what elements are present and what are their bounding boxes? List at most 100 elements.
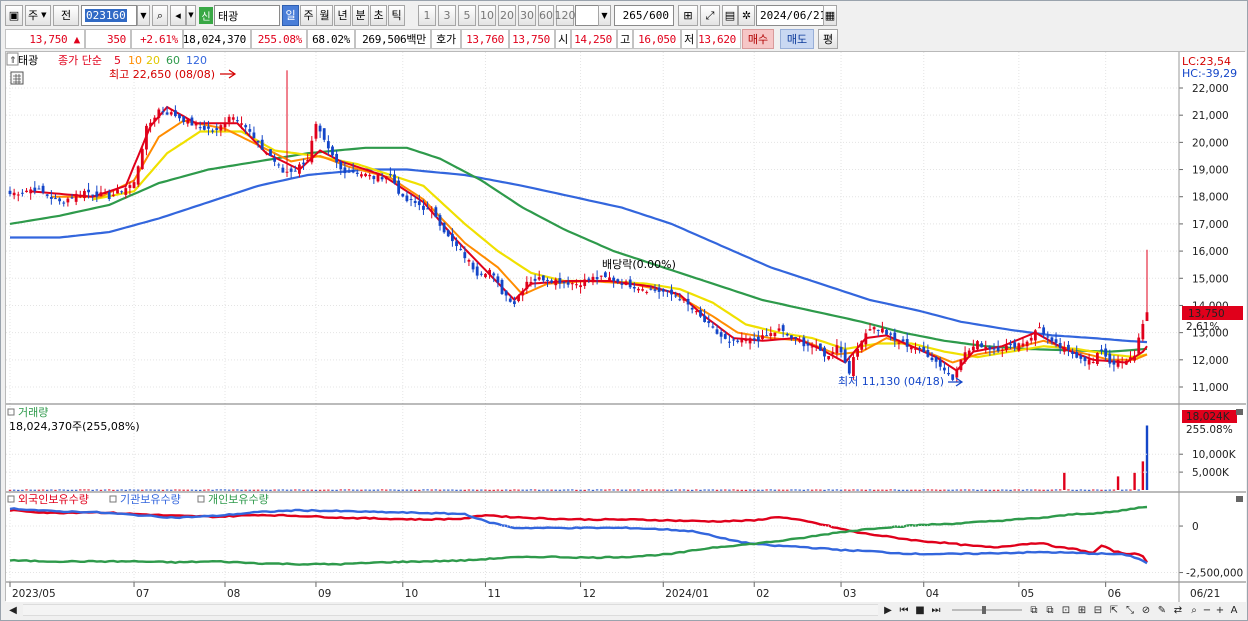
eval-button[interactable]: 평 — [818, 29, 838, 49]
type-button[interactable]: 전 — [53, 5, 79, 26]
price-tick-label: 19,000 — [1192, 165, 1229, 177]
draw-tool-icon[interactable]: ⤢ — [700, 5, 720, 26]
candle-body — [70, 197, 74, 199]
volume-bar — [273, 489, 276, 491]
count-input[interactable]: 265/600 — [614, 5, 674, 26]
volume-bar — [777, 489, 781, 491]
period-tab-3[interactable]: 년 — [334, 5, 351, 26]
stock-code-input[interactable]: 023160 — [81, 5, 137, 26]
volume-ratio: 255.08% — [251, 29, 307, 49]
candle-body — [1062, 346, 1066, 352]
interval-button-5[interactable]: 30 — [518, 5, 536, 26]
candle-body — [1067, 344, 1070, 350]
volume-bar — [633, 489, 636, 491]
sell-button[interactable]: 매도 — [780, 29, 814, 49]
search-icon[interactable]: ⌕ — [1187, 602, 1201, 618]
scroll-right-button[interactable]: ▶ — [881, 602, 895, 618]
date-input[interactable]: 2024/06/21 — [756, 5, 826, 26]
volume-bar — [711, 489, 715, 491]
volume-bar — [988, 489, 992, 491]
candle-body — [1120, 361, 1124, 363]
close-icon[interactable] — [1236, 496, 1243, 502]
volume-bar — [124, 489, 127, 491]
volume-bar — [463, 489, 466, 491]
font-size-icon[interactable]: A — [1227, 602, 1241, 618]
high-annotation: 최고 22,650 (08/08) — [109, 68, 215, 81]
buy-button[interactable]: 매수 — [742, 29, 774, 49]
candle-body — [1116, 360, 1120, 367]
draw-icon[interactable]: ⤡ — [1123, 602, 1137, 618]
code-dropdown-button[interactable]: ▼ — [137, 5, 150, 26]
period-tab-1[interactable]: 주 — [300, 5, 317, 26]
close-icon[interactable] — [1236, 409, 1243, 415]
candle-body — [699, 310, 702, 317]
volume-bar — [327, 489, 330, 491]
period-tab-0[interactable]: 일 — [282, 5, 299, 26]
speaker-icon[interactable]: ◂ — [170, 5, 186, 26]
plus-icon[interactable]: + — [1214, 602, 1226, 618]
volume-bar — [608, 489, 611, 491]
settings-gear-icon[interactable]: ✲ — [738, 5, 755, 26]
fast-forward-icon[interactable]: ⏭ — [929, 602, 943, 618]
interval-button-6[interactable]: 60 — [538, 5, 554, 26]
volume-bar — [662, 489, 665, 491]
save-icon[interactable]: ▤ — [722, 5, 738, 26]
edit-icon[interactable]: ✎ — [1155, 602, 1169, 618]
scroll-left-button[interactable]: ◀ — [5, 602, 21, 618]
date-tick-label: 2024/01 — [665, 588, 709, 600]
candle-body — [603, 272, 607, 277]
chevron-down-icon: ▼ — [140, 11, 147, 20]
interval-button-2[interactable]: 5 — [458, 5, 476, 26]
layout-3-icon[interactable]: ⊡ — [1059, 602, 1073, 618]
volume-bar — [980, 489, 983, 491]
layout-icon[interactable]: ▣ — [5, 5, 23, 26]
share-icon[interactable]: ⇄ — [1171, 602, 1185, 618]
layout-5-icon[interactable]: ⊟ — [1091, 602, 1105, 618]
candle-body — [818, 343, 822, 351]
chart-canvas[interactable]: ⇑ 태광 종가 단순 5 10 20 60 120 최고 22,650 (08/… — [6, 52, 1246, 602]
layout-1-icon[interactable]: ⧉ — [1027, 602, 1041, 618]
candle-body — [1129, 357, 1132, 361]
candle-body — [103, 193, 107, 195]
minus-icon[interactable]: − — [1201, 602, 1213, 618]
interval-button-3[interactable]: 10 — [478, 5, 496, 26]
date-tick-label: 11 — [487, 588, 500, 600]
period-tab-2[interactable]: 월 — [316, 5, 333, 26]
chart-panel[interactable]: ⇑ 태광 종가 단순 5 10 20 60 120 최고 22,650 (08/… — [5, 51, 1246, 602]
candle-body — [1124, 360, 1128, 365]
volume-bar — [517, 489, 520, 491]
interval-button-1[interactable]: 3 — [438, 5, 456, 26]
scroll-track[interactable] — [23, 604, 878, 616]
interval-button-4[interactable]: 20 — [498, 5, 516, 26]
chevron-down-icon[interactable]: ▼ — [186, 5, 196, 26]
candle-body — [1046, 336, 1050, 338]
period-tab-5[interactable]: 초 — [370, 5, 387, 26]
market-select[interactable]: 주 ▼ — [25, 5, 51, 26]
stop-icon[interactable]: ■ — [913, 602, 927, 618]
period-tab-6[interactable]: 틱 — [388, 5, 405, 26]
calendar-icon[interactable]: ▦ — [823, 5, 837, 26]
crosshair-icon[interactable]: ⊞ — [678, 5, 698, 26]
search-icon[interactable]: ⌕ — [152, 5, 168, 26]
volume-bar — [843, 489, 847, 491]
volume-bar — [554, 489, 557, 491]
volume-bar — [955, 489, 959, 491]
candle-body — [566, 282, 570, 285]
volume-bar — [513, 489, 516, 491]
stock-name-field[interactable]: 태광 — [214, 5, 280, 26]
zoom-out-icon[interactable]: ⇱ — [1107, 602, 1121, 618]
layout-2-icon[interactable]: ⧉ — [1043, 602, 1057, 618]
zoom-slider[interactable] — [949, 602, 1025, 618]
period-tab-4[interactable]: 분 — [352, 5, 369, 26]
interval-button-7[interactable]: 120 — [555, 5, 576, 26]
candle-body — [111, 194, 115, 196]
volume-bar — [471, 489, 475, 491]
rewind-icon[interactable]: ⏮ — [897, 602, 911, 618]
interval-button-0[interactable]: 1 — [418, 5, 436, 26]
capture-icon[interactable]: ⊘ — [1139, 602, 1153, 618]
volume-bar — [66, 489, 70, 491]
volume-bar — [914, 489, 917, 491]
candle-body — [645, 291, 649, 293]
interval-dropdown-button[interactable]: ▼ — [598, 5, 611, 26]
layout-4-icon[interactable]: ⊞ — [1075, 602, 1089, 618]
